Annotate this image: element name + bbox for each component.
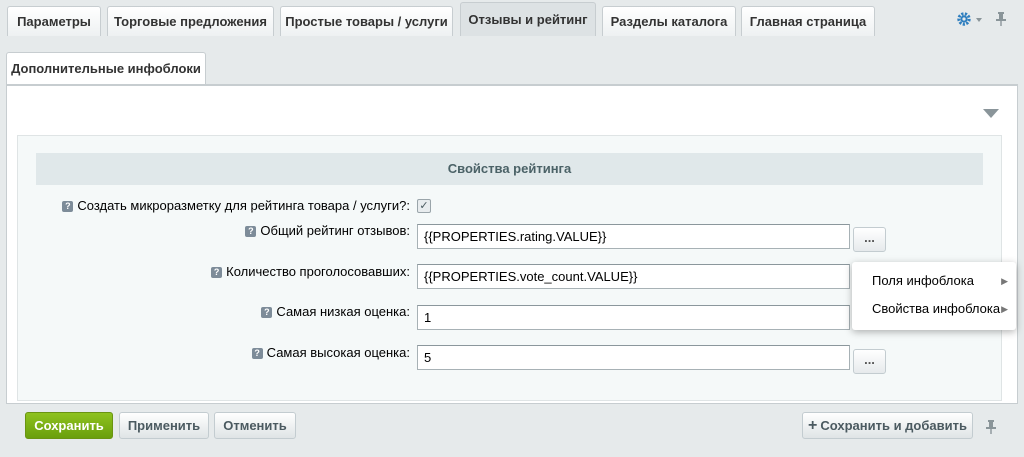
settings-menu[interactable] [956,10,982,28]
section-title: Свойства рейтинга [36,153,983,185]
popup-menu: Поля инфоблока ▶ Свойства инфоблока ▶ [852,262,1016,330]
votes-input[interactable] [417,264,850,289]
tab-parameters[interactable]: Параметры [7,6,101,36]
max-picker-button[interactable]: ... [853,349,886,374]
help-icon[interactable]: ? [261,307,273,318]
tab-simple-products[interactable]: Простые товары / услуги [280,6,453,36]
chevron-down-icon [976,18,982,22]
microdata-label: ? Создать микроразметку для рейтинга това… [62,196,410,216]
pin-icon[interactable] [996,12,1006,26]
tab-trade-offers[interactable]: Торговые предложения [107,6,274,36]
tab-catalog-sections[interactable]: Разделы каталога [602,6,736,36]
plus-icon: + [808,417,818,434]
apply-button[interactable]: Применить [119,412,209,439]
tab-reviews-rating[interactable]: Отзывы и рейтинг [460,2,596,36]
save-and-add-button[interactable]: + Сохранить и добавить [802,412,973,439]
votes-label: ? Количество проголосовавших: [211,262,410,282]
rating-input[interactable] [417,224,850,249]
menu-item-iblock-fields[interactable]: Поля инфоблока ▶ [872,271,1008,291]
help-icon[interactable]: ? [245,226,257,237]
pin-icon[interactable] [986,420,996,434]
menu-item-iblock-properties[interactable]: Свойства инфоблока ▶ [872,299,1008,319]
min-label: ? Самая низкая оценка: [261,302,410,322]
max-input[interactable] [417,345,850,370]
help-icon[interactable]: ? [62,201,74,212]
collapse-triangle-icon[interactable] [983,109,999,118]
save-button[interactable]: Сохранить [25,412,113,439]
max-label: ? Самая высокая оценка: [251,343,410,363]
gear-icon [957,12,971,26]
cancel-button[interactable]: Отменить [214,412,296,439]
chevron-right-icon: ▶ [1001,276,1008,286]
microdata-checkbox[interactable]: ✓ [417,199,431,213]
help-icon[interactable]: ? [211,267,223,278]
min-input[interactable] [417,305,850,330]
rating-label: ? Общий рейтинг отзывов: [245,221,410,241]
chevron-right-icon: ▶ [1001,304,1008,314]
rating-picker-button[interactable]: ... [853,227,886,252]
help-icon[interactable]: ? [251,348,263,359]
tab-main-page[interactable]: Главная страница [741,6,875,36]
subtab-additional-iblocks[interactable]: Дополнительные инфоблоки [6,52,206,84]
